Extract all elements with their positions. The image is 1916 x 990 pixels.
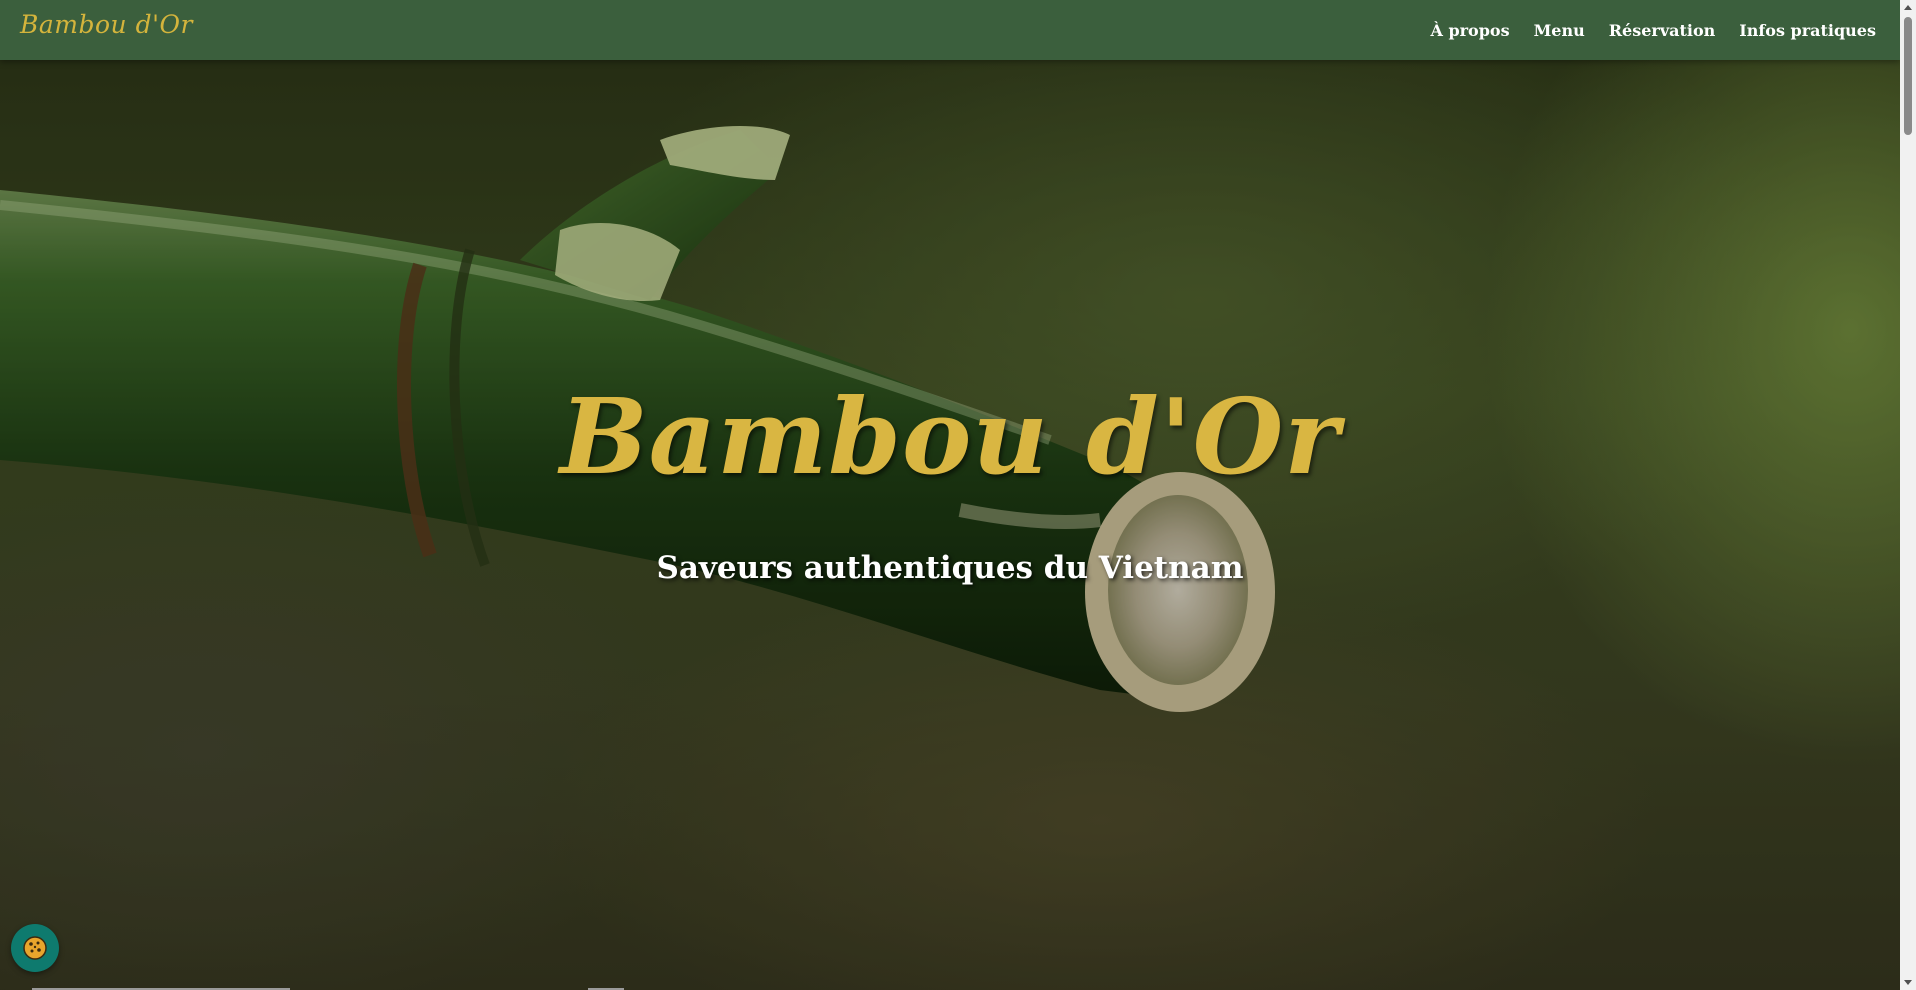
nav-links: À propos Menu Réservation Infos pratique… [1430, 0, 1876, 60]
scroll-up-arrow-icon[interactable] [1904, 5, 1912, 10]
nav-link-infos-pratiques[interactable]: Infos pratiques [1739, 21, 1876, 40]
cookie-settings-button[interactable] [11, 924, 59, 972]
hero-subtitle: Saveurs authentiques du Vietnam [656, 550, 1244, 586]
nav-link-reservation[interactable]: Réservation [1609, 21, 1716, 40]
page: Bambou d'Or À propos Menu Réservation In… [0, 0, 1916, 990]
scroll-down-arrow-icon[interactable] [1904, 980, 1912, 985]
nav-link-a-propos[interactable]: À propos [1430, 21, 1509, 40]
cookie-icon [23, 936, 47, 960]
brand-logo[interactable]: Bambou d'Or [20, 10, 193, 39]
scroll-thumb[interactable] [1904, 17, 1912, 135]
nav-link-menu[interactable]: Menu [1534, 21, 1585, 40]
vertical-scrollbar[interactable] [1900, 0, 1916, 990]
navbar: Bambou d'Or À propos Menu Réservation In… [0, 0, 1900, 60]
hero-title: Bambou d'Or [559, 375, 1341, 498]
